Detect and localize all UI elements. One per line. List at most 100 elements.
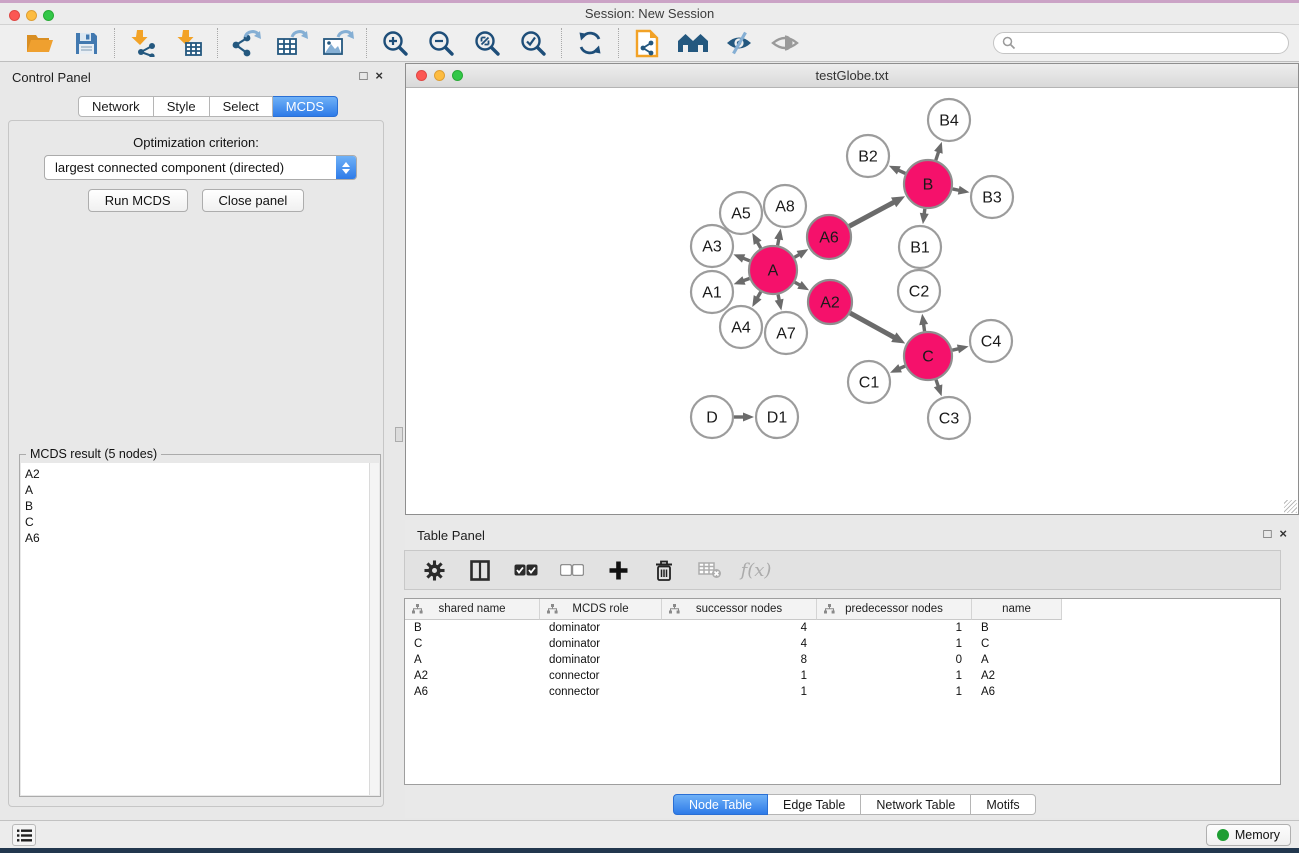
tab-motifs[interactable]: Motifs [971,794,1035,815]
graph-node-A4[interactable]: A4 [720,306,762,348]
table-row[interactable]: Cdominator41C [405,636,1280,652]
graph-edge-A6-B[interactable] [849,201,895,226]
column-header-shared-name[interactable]: shared name [405,599,540,620]
graph-node-C[interactable]: C [904,332,952,380]
graph-node-A[interactable]: A [749,246,797,294]
graph-edge-A2-C[interactable] [850,313,895,338]
graph-node-C4[interactable]: C4 [970,320,1012,362]
table-cell[interactable]: connector [540,686,662,698]
table-cell[interactable]: dominator [540,654,662,666]
result-list-item[interactable]: A2 [25,466,369,482]
column-header-predecessor-nodes[interactable]: predecessor nodes [817,599,972,620]
column-header-successor-nodes[interactable]: successor nodes [662,599,817,620]
graph-node-A5[interactable]: A5 [720,192,762,234]
graph-node-A8[interactable]: A8 [764,185,806,227]
graph-node-B2[interactable]: B2 [847,135,889,177]
hide-details-button[interactable] [723,28,755,58]
result-list-item[interactable]: A6 [25,530,369,546]
search-field[interactable] [993,32,1289,54]
float-panel-icon[interactable]: □ [360,68,368,83]
table-cell[interactable]: A2 [972,670,1062,682]
close-panel-icon[interactable]: × [1279,526,1287,541]
resize-gripper-icon[interactable] [1284,500,1297,513]
import-table-button[interactable] [173,28,205,58]
table-cell[interactable]: dominator [540,638,662,650]
graph-node-A2[interactable]: A2 [808,280,852,324]
graph-node-A1[interactable]: A1 [691,271,733,313]
table-cell[interactable]: 1 [817,686,972,698]
tab-node-table[interactable]: Node Table [673,794,768,815]
graph-node-D1[interactable]: D1 [756,396,798,438]
table-cell[interactable]: dominator [540,622,662,634]
zoom-in-button[interactable] [379,28,411,58]
zoom-selected-button[interactable] [517,28,549,58]
zoom-out-button[interactable] [425,28,457,58]
column-header-name[interactable]: name [972,599,1062,620]
graph-node-A6[interactable]: A6 [807,215,851,259]
table-row[interactable]: Adominator80A [405,652,1280,668]
graph-node-B4[interactable]: B4 [928,99,970,141]
tab-edge-table[interactable]: Edge Table [768,794,861,815]
select-all-button[interactable] [513,555,539,585]
table-cell[interactable]: 1 [817,638,972,650]
network-document-button[interactable] [631,28,663,58]
float-panel-icon[interactable]: □ [1264,526,1272,541]
criterion-select[interactable]: largest connected component (directed) [44,155,357,180]
table-cell[interactable]: 8 [662,654,817,666]
run-mcds-button[interactable]: Run MCDS [88,189,188,212]
table-cell[interactable]: A [972,654,1062,666]
table-cell[interactable]: 0 [817,654,972,666]
graph-node-A7[interactable]: A7 [765,312,807,354]
show-columns-button[interactable] [467,555,493,585]
tab-network[interactable]: Network [78,96,154,117]
table-row[interactable]: A6connector11A6 [405,684,1280,700]
deselect-all-button[interactable] [559,555,585,585]
open-session-button[interactable] [24,28,56,58]
column-header-MCDS-role[interactable]: MCDS role [540,599,662,620]
zoom-fit-button[interactable] [471,28,503,58]
graph-node-D[interactable]: D [691,396,733,438]
export-table-button[interactable] [276,28,308,58]
table-cell[interactable]: B [405,622,540,634]
result-scrollbar[interactable] [369,463,379,795]
import-network-button[interactable] [127,28,159,58]
result-list-item[interactable]: A [25,482,369,498]
tab-style[interactable]: Style [154,96,210,117]
table-cell[interactable]: 1 [817,670,972,682]
table-cell[interactable]: 4 [662,638,817,650]
table-cell[interactable]: A [405,654,540,666]
show-details-button[interactable] [769,28,801,58]
table-settings-button[interactable] [421,555,447,585]
table-row[interactable]: Bdominator41B [405,620,1280,636]
table-cell[interactable]: 1 [662,686,817,698]
table-cell[interactable]: A6 [405,686,540,698]
tab-network-table[interactable]: Network Table [861,794,971,815]
memory-button[interactable]: Memory [1206,824,1291,846]
network-window-titlebar[interactable]: testGlobe.txt [406,64,1298,88]
network-canvas[interactable]: AA1A2A3A4A5A6A7A8BB1B2B3B4CC1C2C3C4DD1 [406,88,1298,514]
graph-node-B1[interactable]: B1 [899,226,941,268]
graph-node-A3[interactable]: A3 [691,225,733,267]
export-image-button[interactable] [322,28,354,58]
home-button[interactable] [677,28,709,58]
table-cell[interactable]: A2 [405,670,540,682]
table-cell[interactable]: C [972,638,1062,650]
refresh-button[interactable] [574,28,606,58]
table-cell[interactable]: C [405,638,540,650]
table-cell[interactable]: B [972,622,1062,634]
export-network-button[interactable] [230,28,262,58]
graph-node-C2[interactable]: C2 [898,270,940,312]
graph-node-C3[interactable]: C3 [928,397,970,439]
table-cell[interactable]: 4 [662,622,817,634]
tab-mcds[interactable]: MCDS [273,96,338,117]
table-row[interactable]: A2connector11A2 [405,668,1280,684]
close-panel-icon[interactable]: × [375,68,383,83]
splitter-handle[interactable] [395,427,403,442]
graph-node-C1[interactable]: C1 [848,361,890,403]
graph-node-B[interactable]: B [904,160,952,208]
table-cell[interactable]: 1 [662,670,817,682]
table-cell[interactable]: 1 [817,622,972,634]
delete-row-button[interactable] [651,555,677,585]
result-list-item[interactable]: B [25,498,369,514]
save-session-button[interactable] [70,28,102,58]
